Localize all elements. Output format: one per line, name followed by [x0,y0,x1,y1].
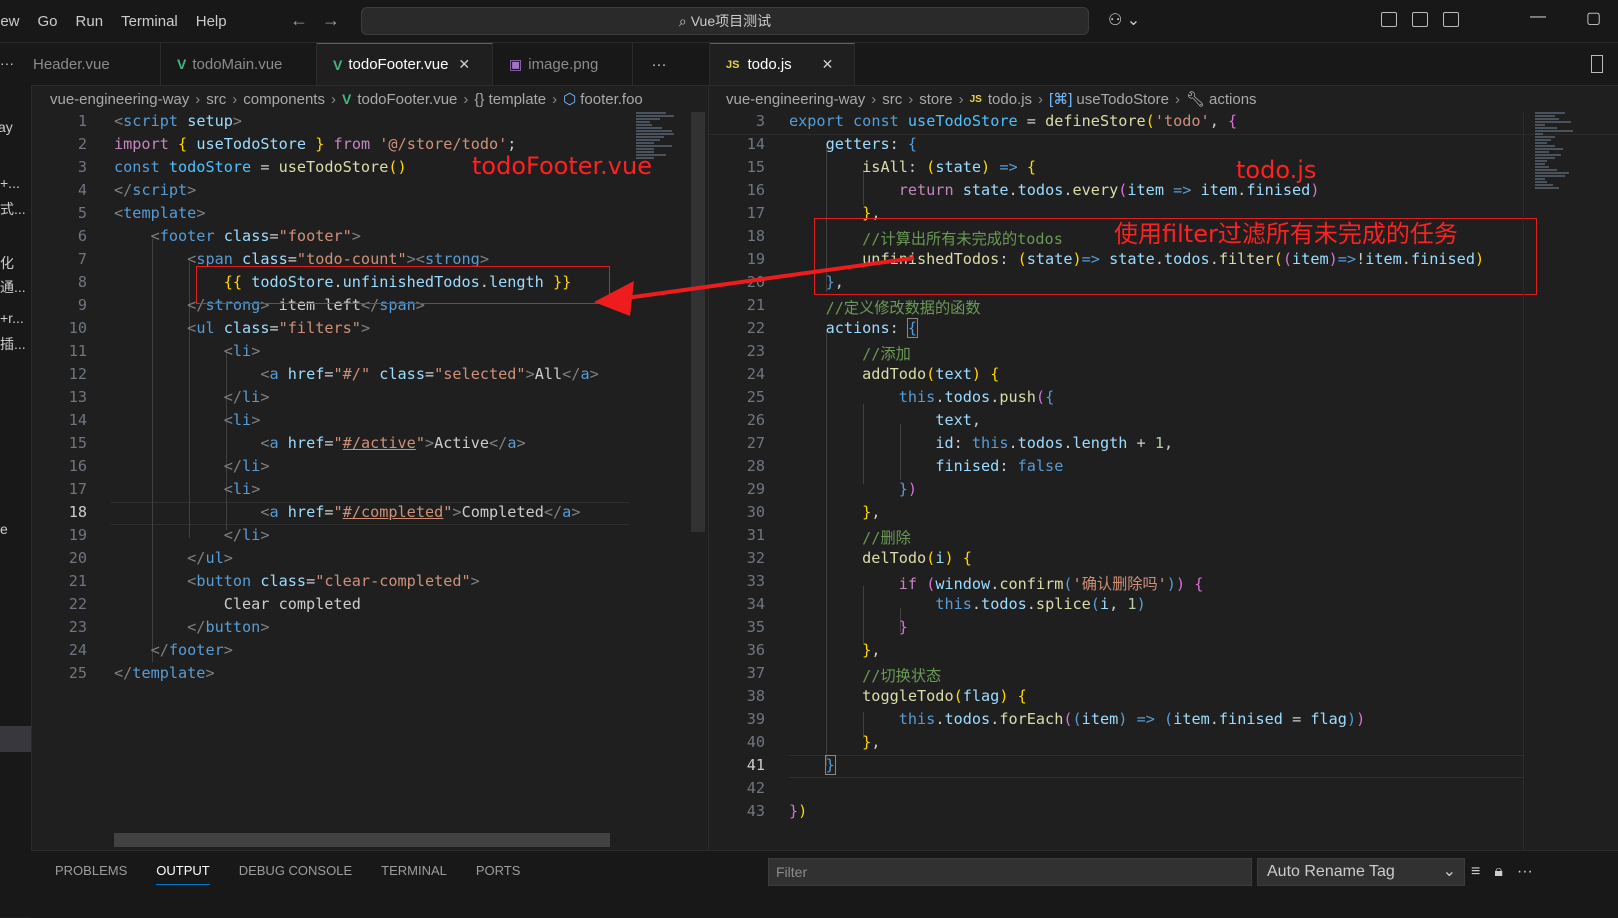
tab-problems[interactable]: PROBLEMS [55,863,127,885]
annotation-arrow [594,256,915,316]
output-filter-input[interactable]: Filter [768,858,1252,886]
panel-actions: ≡ 🔒︎ ··· [1471,863,1533,881]
tab-ports[interactable]: PORTS [476,863,521,885]
more-actions-icon[interactable]: ··· [1517,863,1533,881]
arrow-line [611,256,915,302]
output-channel-select[interactable]: Auto Rename Tag ⌄ [1257,858,1465,886]
selected-channel: Auto Rename Tag [1267,863,1395,880]
tab-debug-console[interactable]: DEBUG CONSOLE [239,863,352,885]
tab-terminal[interactable]: TERMINAL [381,863,447,885]
word-wrap-icon[interactable]: ≡ [1471,863,1480,881]
panel-tabs: PROBLEMS OUTPUT DEBUG CONSOLE TERMINAL P… [55,863,520,885]
lock-icon[interactable]: 🔒︎ [1494,863,1503,881]
tab-output[interactable]: OUTPUT [156,863,210,885]
chevron-down-icon: ⌄ [1442,863,1456,880]
arrow-head [594,281,634,316]
bottom-panel: PROBLEMS OUTPUT DEBUG CONSOLE TERMINAL P… [31,850,1618,918]
